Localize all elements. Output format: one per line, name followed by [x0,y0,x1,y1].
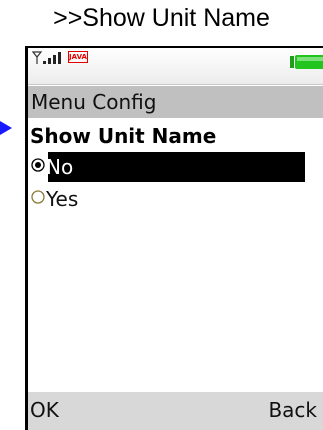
battery-icon [290,55,323,69]
java-badge: JAVA [68,51,88,63]
softkey-bar: OK Back [28,392,323,430]
title-bar: Menu Config [28,86,323,118]
radio-selected-icon [31,158,45,172]
option-label: No [46,155,74,179]
screen-caption: >>Show Unit Name [53,4,270,32]
radio-unselected-icon [31,190,45,204]
setting-heading: Show Unit Name [30,124,217,148]
ok-softkey[interactable]: OK [30,398,59,422]
status-bar: JAVA [28,48,323,85]
signal-strength-icon [32,51,61,64]
option-no[interactable]: No [28,152,305,182]
option-label: Yes [46,187,79,211]
phone-screen: JAVA Menu Config Show Unit Name No Yes O… [25,46,323,430]
back-softkey[interactable]: Back [268,398,317,422]
page-title: Menu Config [31,90,157,114]
option-yes[interactable]: Yes [28,184,305,214]
pointer-arrow-icon [0,121,12,135]
